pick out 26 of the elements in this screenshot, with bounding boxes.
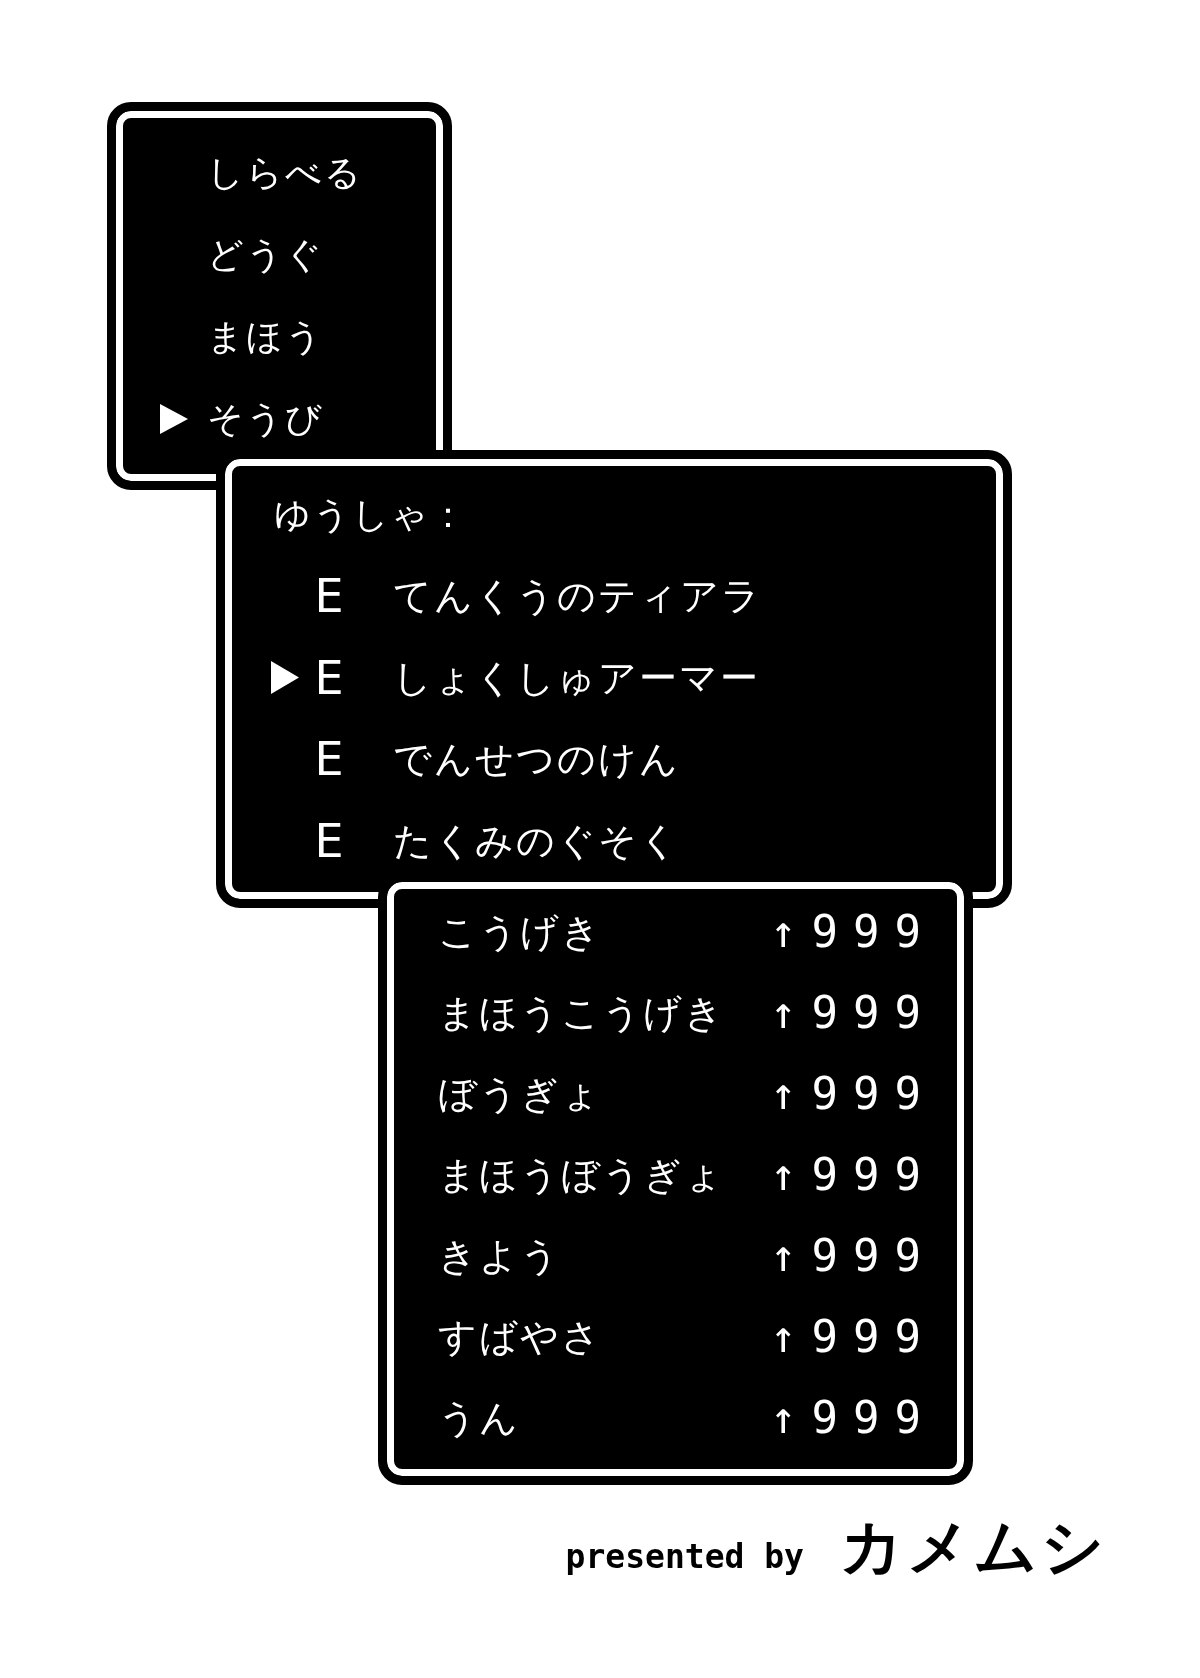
menu-item[interactable]: どうぐ — [160, 214, 324, 296]
menu-item[interactable]: しらべる — [160, 132, 363, 214]
credit-text: presented by — [565, 1540, 804, 1573]
stat-name: すばやさ — [438, 1314, 603, 1361]
stat-name: ぼうぎょ — [438, 1071, 603, 1118]
stat-change: ↑999 — [770, 1232, 936, 1281]
stat-name: こうげき — [438, 909, 603, 956]
equipment-item[interactable]: E たくみのぐそく — [271, 820, 680, 861]
stat-change: ↑999 — [770, 1151, 936, 1200]
stat-name: うん — [438, 1395, 521, 1442]
menu-item[interactable]: まほう — [160, 296, 324, 378]
stat-name: まほうぼうぎょ — [438, 1152, 726, 1199]
stat-name: きよう — [438, 1233, 562, 1280]
cursor-icon — [160, 404, 188, 434]
stat-name: まほうこうげき — [438, 990, 726, 1037]
equipment-item[interactable]: E しょくしゅアーマー — [271, 657, 760, 698]
character-name: ゆうしゃ： — [274, 493, 468, 537]
stat-change: ↑999 — [770, 908, 936, 957]
stat-change: ↑999 — [770, 1070, 936, 1119]
stat-change: ↑999 — [770, 1394, 936, 1443]
equipment-item[interactable]: E てんくうのティアラ — [271, 576, 762, 617]
author-name: カメムシ — [840, 1516, 1108, 1578]
cursor-icon — [271, 661, 299, 695]
equipment-item[interactable]: E でんせつのけん — [271, 739, 680, 780]
stat-change: ↑999 — [770, 1313, 936, 1362]
stat-change: ↑999 — [770, 989, 936, 1038]
